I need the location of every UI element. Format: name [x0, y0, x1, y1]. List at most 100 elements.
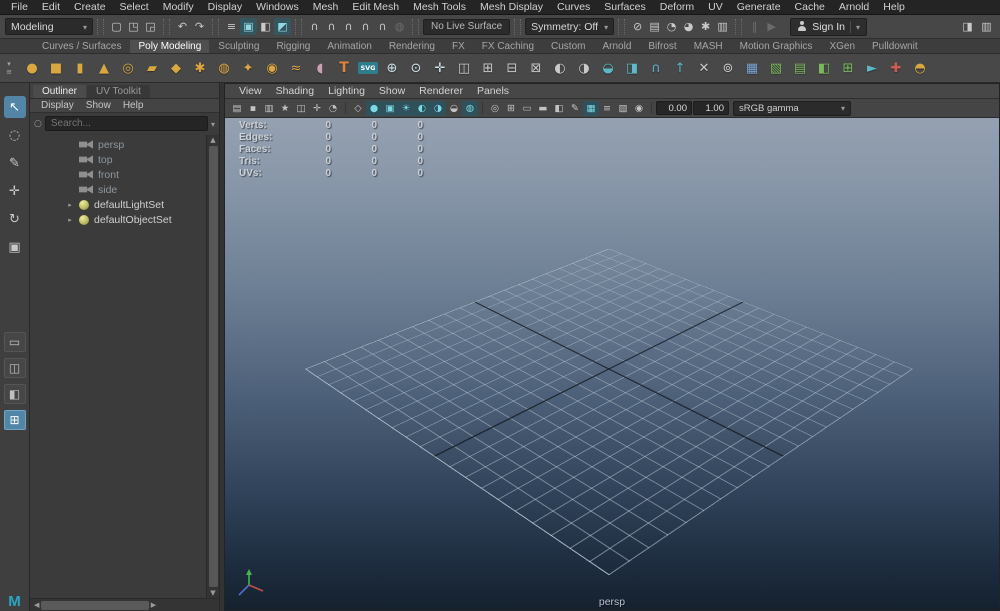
symmetry-selector[interactable]: Symmetry: Off: [525, 18, 615, 35]
shelf-tab[interactable]: Poly Modeling: [130, 40, 210, 53]
scale-tool[interactable]: ▣: [4, 236, 26, 258]
gamma-field[interactable]: [693, 101, 729, 115]
menu-item[interactable]: Curves: [550, 0, 597, 14]
shelf-tab[interactable]: Motion Graphics: [732, 40, 821, 53]
transfer-attributes-icon[interactable]: ►: [860, 56, 884, 80]
group-grip[interactable]: [97, 18, 104, 35]
exposure-field[interactable]: [656, 101, 692, 115]
outliner-item-top[interactable]: top: [30, 152, 205, 167]
sign-in-button[interactable]: Sign In: [790, 17, 867, 36]
shelf-tab[interactable]: Rigging: [268, 40, 318, 53]
menu-item[interactable]: Mesh: [306, 0, 346, 14]
ipr-render-icon[interactable]: ◕: [680, 18, 697, 35]
combine-icon[interactable]: ⊞: [476, 56, 500, 80]
film-gate-icon[interactable]: ▬: [535, 101, 551, 116]
snap-together-tool-icon[interactable]: ⊙: [404, 56, 428, 80]
menu-item[interactable]: Windows: [249, 0, 306, 14]
snap-to-point-icon[interactable]: ∩: [340, 18, 357, 35]
boolean-union-icon[interactable]: ◐: [548, 56, 572, 80]
smooth-shade-icon[interactable]: ●: [366, 100, 382, 116]
super-ellipse-icon[interactable]: ◖: [308, 56, 332, 80]
menu-item[interactable]: Edit: [35, 0, 67, 14]
outliner-item-side[interactable]: side: [30, 182, 205, 197]
paint-select-tool[interactable]: ✎: [4, 152, 26, 174]
display-layer-editor-icon[interactable]: ▥: [714, 18, 731, 35]
group-grip[interactable]: [295, 18, 302, 35]
poly-plane-icon[interactable]: ▰: [140, 56, 164, 80]
render-settings-icon[interactable]: ✱: [697, 18, 714, 35]
menu-item[interactable]: Generate: [730, 0, 788, 14]
render-current-frame-icon[interactable]: ◔: [663, 18, 680, 35]
search-filter-icon[interactable]: ○: [34, 119, 42, 129]
isolate-select-icon[interactable]: ◎: [487, 101, 503, 116]
select-camera-icon[interactable]: ▤: [229, 101, 245, 116]
live-surface-field[interactable]: No Live Surface: [423, 18, 511, 35]
shelf-tab[interactable]: Pulldownit: [864, 40, 926, 53]
group-grip[interactable]: [163, 18, 170, 35]
new-scene-icon[interactable]: ▢: [108, 18, 125, 35]
menu-item[interactable]: Modify: [156, 0, 201, 14]
outliner-vertical-scrollbar[interactable]: ▲ ▼: [206, 135, 219, 598]
ambient-occlusion-icon[interactable]: ◑: [430, 100, 446, 116]
outliner-horizontal-scrollbar[interactable]: ◀ ▶: [30, 598, 219, 611]
viewport-menu-item[interactable]: Shading: [269, 84, 322, 98]
extrude-icon[interactable]: ↑: [668, 56, 692, 80]
group-grip[interactable]: [412, 18, 419, 35]
viewport-menu-item[interactable]: Renderer: [412, 84, 470, 98]
quad-draw-icon[interactable]: ▦: [740, 56, 764, 80]
shelf-tab[interactable]: XGen: [821, 40, 863, 53]
play-icon[interactable]: ▶: [763, 18, 780, 35]
outliner-item-front[interactable]: front: [30, 167, 205, 182]
menu-item[interactable]: Mesh Tools: [406, 0, 473, 14]
camera-attributes-icon[interactable]: ▥: [261, 101, 277, 116]
bridge-icon[interactable]: ∩: [644, 56, 668, 80]
shelf-tab[interactable]: MASH: [686, 40, 731, 53]
menu-item[interactable]: Select: [113, 0, 156, 14]
scroll-right-icon[interactable]: ▶: [149, 601, 158, 609]
menu-item[interactable]: Edit Mesh: [345, 0, 406, 14]
construction-history-icon[interactable]: ⊘: [629, 18, 646, 35]
mirror-icon[interactable]: ◫: [452, 56, 476, 80]
outliner-item-persp[interactable]: persp: [30, 137, 205, 152]
lock-camera-icon[interactable]: ▪: [245, 101, 261, 116]
viewport-menu-item[interactable]: View: [232, 84, 269, 98]
layout-single-pane-button[interactable]: ▭: [3, 332, 26, 352]
shelf-tab[interactable]: Arnold: [594, 40, 639, 53]
shelf-tab[interactable]: Bifrost: [640, 40, 684, 53]
shelf-tab[interactable]: Custom: [543, 40, 593, 53]
snap-to-curve-icon[interactable]: ∩: [323, 18, 340, 35]
boolean-difference-icon[interactable]: ◑: [572, 56, 596, 80]
menu-item[interactable]: Cache: [788, 0, 832, 14]
textured-icon[interactable]: ▣: [382, 100, 398, 116]
wireframe-icon[interactable]: ◇: [350, 101, 366, 116]
open-scene-icon[interactable]: ◳: [125, 18, 142, 35]
center-pivot-icon[interactable]: ⊕: [380, 56, 404, 80]
poly-helix-icon[interactable]: ≈: [284, 56, 308, 80]
lasso-select-tool[interactable]: ◌: [4, 124, 26, 146]
search-options-icon[interactable]: [211, 118, 215, 130]
snap-to-projected-center-icon[interactable]: ∩: [357, 18, 374, 35]
save-scene-icon[interactable]: ◲: [142, 18, 159, 35]
make-live-icon[interactable]: ◍: [391, 18, 408, 35]
highlight-selection-mode-icon[interactable]: ◩: [274, 18, 291, 35]
channel-box-toggle-icon[interactable]: ▥: [978, 18, 995, 35]
open-render-view-icon[interactable]: ▤: [646, 18, 663, 35]
poly-gear-icon[interactable]: ✱: [188, 56, 212, 80]
select-tool[interactable]: ↖: [3, 96, 26, 118]
snapshot-icon[interactable]: ◉: [631, 101, 647, 116]
panel-tab[interactable]: Outliner: [33, 85, 87, 98]
bookmarks-icon[interactable]: ★: [277, 101, 293, 116]
outliner-item-defaultLightSet[interactable]: ▸ defaultLightSet: [30, 197, 205, 212]
outliner-menu-item[interactable]: Show: [80, 99, 117, 112]
group-grip[interactable]: [618, 18, 626, 35]
shelf-tab-options-icon[interactable]: ▾: [7, 61, 11, 68]
svg-tool-icon[interactable]: SVG: [356, 56, 380, 80]
uv-editor-icon[interactable]: ▧: [764, 56, 788, 80]
menu-item[interactable]: Display: [201, 0, 249, 14]
group-grip[interactable]: [735, 18, 743, 35]
bevel-icon[interactable]: ◨: [620, 56, 644, 80]
layout-two-pane-button[interactable]: ◫: [3, 358, 26, 378]
panel-tab[interactable]: UV Toolkit: [87, 85, 150, 98]
multisample-icon[interactable]: ◍: [462, 100, 478, 116]
target-weld-icon[interactable]: ⊚: [716, 56, 740, 80]
